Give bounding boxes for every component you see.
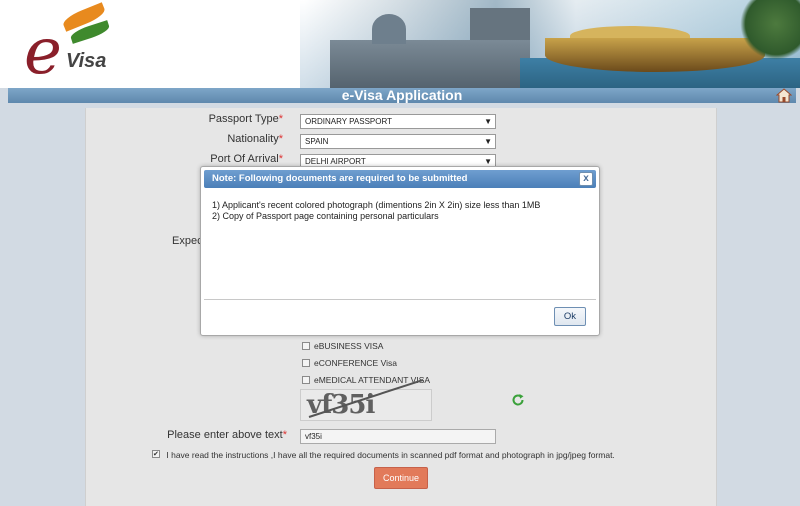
captcha-prompt-label: Please enter above text* — [167, 429, 287, 441]
banner-dome — [372, 14, 406, 44]
port-of-arrival-value: DELHI AIRPORT — [305, 157, 366, 166]
continue-button[interactable]: Continue — [374, 467, 428, 489]
declaration-text: I have read the instructions ,I have all… — [166, 450, 615, 460]
dialog-divider — [204, 299, 596, 300]
dialog-item: 2) Copy of Passport page containing pers… — [212, 211, 439, 221]
nationality-label: Nationality* — [227, 133, 283, 145]
captcha-image: vf35i — [300, 378, 432, 421]
nationality-select[interactable]: SPAIN ▼ — [300, 134, 496, 149]
dialog-title: Note: Following documents are required t… — [212, 173, 468, 184]
captcha-input[interactable]: vf35i — [300, 429, 496, 444]
visa-option-ebusiness[interactable]: eBUSINESS VISA — [302, 341, 383, 351]
passport-type-label: Passport Type* — [208, 113, 283, 125]
close-icon[interactable]: x — [579, 172, 593, 186]
logo-visa: Visa — [66, 50, 107, 72]
chevron-down-icon: ▼ — [484, 137, 492, 146]
banner-boat — [545, 38, 765, 72]
dialog-item: 1) Applicant's recent colored photograph… — [212, 200, 541, 210]
checkbox[interactable] — [302, 376, 310, 384]
banner-building — [330, 40, 530, 88]
visa-option-econference[interactable]: eCONFERENCE Visa — [302, 358, 397, 368]
nationality-value: SPAIN — [305, 137, 329, 146]
refresh-icon[interactable] — [511, 393, 525, 407]
banner: e Visa — [0, 0, 800, 88]
home-icon[interactable] — [775, 88, 793, 103]
evisa-logo: e Visa — [18, 2, 118, 88]
declaration-checkbox[interactable] — [152, 450, 160, 458]
logo-e: e — [24, 15, 62, 88]
passport-type-value: ORDINARY PASSPORT — [305, 117, 392, 126]
ok-button[interactable]: Ok — [554, 307, 586, 326]
declaration-row: I have read the instructions ,I have all… — [152, 450, 615, 460]
port-of-arrival-label: Port Of Arrival* — [210, 153, 283, 165]
checkbox[interactable] — [302, 342, 310, 350]
page-title: e-Visa Application — [341, 87, 463, 103]
banner-trees — [740, 0, 800, 60]
page-title-bar: e-Visa Application — [8, 88, 796, 103]
dialog-body: 1) Applicant's recent colored photograph… — [212, 200, 592, 222]
passport-type-select[interactable]: ORDINARY PASSPORT ▼ — [300, 114, 496, 129]
checkbox[interactable] — [302, 359, 310, 367]
dialog-header: Note: Following documents are required t… — [204, 170, 596, 188]
documents-note-dialog: Note: Following documents are required t… — [200, 166, 600, 336]
chevron-down-icon: ▼ — [484, 117, 492, 126]
